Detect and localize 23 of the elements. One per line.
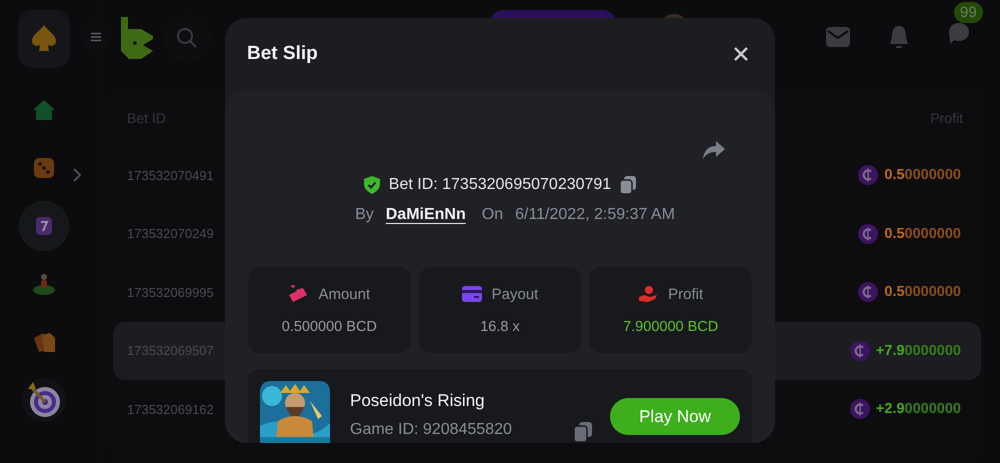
profit-value: +2.90000000: [876, 401, 961, 418]
stat-label: Profit: [668, 286, 704, 302]
dialog-title: Bet Slip: [247, 43, 318, 65]
stat-value: 7.900000 BCD: [623, 319, 718, 335]
bet-id: Bet ID: 1735320695070230791: [388, 176, 612, 194]
stat-value: 0.500000 BCD: [282, 319, 377, 335]
notification-badge: 99: [954, 2, 983, 23]
profit-value: 0.50000000: [884, 226, 961, 242]
on-label: On: [482, 206, 504, 224]
bet-id-cell: 173532069995: [127, 284, 214, 300]
bet-id-cell: 173532069162: [127, 402, 214, 417]
bet-date: 6/11/2022, 2:59:37 AM: [515, 206, 675, 224]
stat-label: Payout: [492, 286, 538, 302]
stat-label: Amount: [318, 286, 370, 302]
bet-id-cell: 173532070491: [127, 168, 214, 183]
stat-value: 16.8 x: [480, 318, 520, 334]
profit-value: 0.50000000: [884, 167, 961, 184]
profit-value: +7.90000000: [876, 342, 961, 359]
game-title: Poseidon's Rising: [350, 391, 486, 411]
bet-id-cell: 173532070249: [127, 226, 214, 242]
profit-value: 0.50000000: [884, 284, 961, 300]
by-label: By: [355, 206, 374, 224]
game-id: Game ID: 9208455820: [350, 421, 513, 439]
